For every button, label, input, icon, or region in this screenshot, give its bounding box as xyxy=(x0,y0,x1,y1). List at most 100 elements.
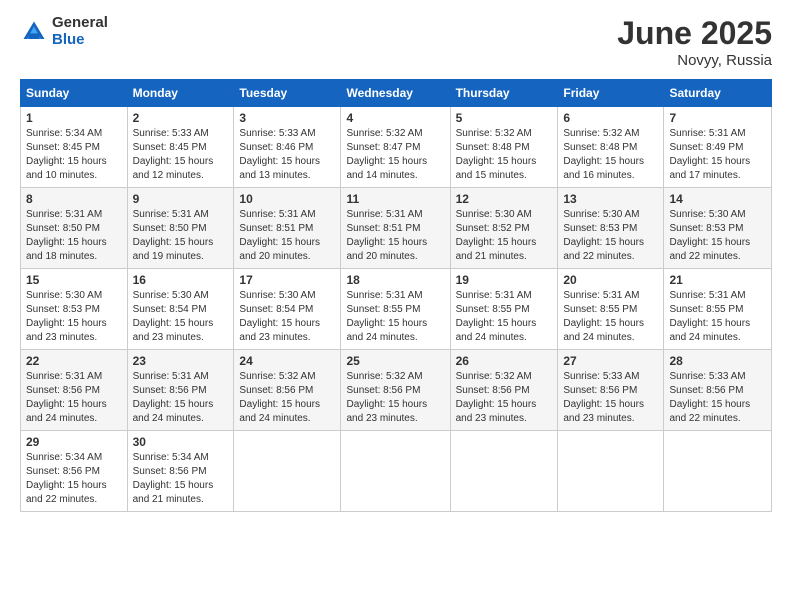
calendar-header-sunday: Sunday xyxy=(21,80,128,107)
day-info: Sunrise: 5:31 AM Sunset: 8:55 PM Dayligh… xyxy=(563,289,658,345)
calendar-cell: 29 Sunrise: 5:34 AM Sunset: 8:56 PM Dayli… xyxy=(21,431,128,512)
calendar-cell: 23Sunrise: 5:31 AM Sunset: 8:56 PM Dayli… xyxy=(127,350,234,431)
page: General Blue June 2025 Novyy, Russia Sun… xyxy=(0,0,792,612)
day-info: Sunrise: 5:31 AM Sunset: 8:55 PM Dayligh… xyxy=(669,289,766,345)
logo-text: General Blue xyxy=(52,15,108,48)
day-info: Sunrise: 5:33 AM Sunset: 8:56 PM Dayligh… xyxy=(669,370,766,426)
calendar-cell: 24Sunrise: 5:32 AM Sunset: 8:56 PM Dayli… xyxy=(234,350,341,431)
day-number: 29 xyxy=(26,435,122,449)
calendar-header-friday: Friday xyxy=(558,80,664,107)
day-info: Sunrise: 5:32 AM Sunset: 8:48 PM Dayligh… xyxy=(456,127,553,183)
day-number: 11 xyxy=(346,192,444,206)
calendar-week-row: 29 Sunrise: 5:34 AM Sunset: 8:56 PM Dayli… xyxy=(21,431,772,512)
calendar-cell: 1 Sunrise: 5:34 AM Sunset: 8:45 PM Daylig… xyxy=(21,107,128,188)
calendar-header-monday: Monday xyxy=(127,80,234,107)
day-number: 23 xyxy=(133,354,229,368)
calendar-cell: 11 Sunrise: 5:31 AM Sunset: 8:51 PM Dayli… xyxy=(341,188,450,269)
day-info: Sunrise: 5:31 AM Sunset: 8:55 PM Dayligh… xyxy=(346,289,444,345)
calendar-cell: 8 Sunrise: 5:31 AM Sunset: 8:50 PM Daylig… xyxy=(21,188,128,269)
calendar-cell: 13 Sunrise: 5:30 AM Sunset: 8:53 PM Dayli… xyxy=(558,188,664,269)
day-number: 6 xyxy=(563,111,658,125)
day-info: Sunrise: 5:30 AM Sunset: 8:54 PM Dayligh… xyxy=(133,289,229,345)
calendar-cell: 18 Sunrise: 5:31 AM Sunset: 8:55 PM Dayli… xyxy=(341,269,450,350)
calendar-cell: 5 Sunrise: 5:32 AM Sunset: 8:48 PM Daylig… xyxy=(450,107,558,188)
calendar-cell xyxy=(664,431,772,512)
day-info: Sunrise: 5:30 AM Sunset: 8:53 PM Dayligh… xyxy=(563,208,658,264)
calendar-cell: 28 Sunrise: 5:33 AM Sunset: 8:56 PM Dayli… xyxy=(664,350,772,431)
day-number: 28 xyxy=(669,354,766,368)
calendar-cell: 12 Sunrise: 5:30 AM Sunset: 8:52 PM Dayli… xyxy=(450,188,558,269)
calendar-cell: 25 Sunrise: 5:32 AM Sunset: 8:56 PM Dayli… xyxy=(341,350,450,431)
calendar-cell: 30 Sunrise: 5:34 AM Sunset: 8:56 PM Dayli… xyxy=(127,431,234,512)
calendar-cell: 26Sunrise: 5:32 AM Sunset: 8:56 PM Dayli… xyxy=(450,350,558,431)
day-number: 30 xyxy=(133,435,229,449)
day-info: Sunrise: 5:33 AM Sunset: 8:46 PM Dayligh… xyxy=(239,127,335,183)
calendar-cell: 6 Sunrise: 5:32 AM Sunset: 8:48 PM Daylig… xyxy=(558,107,664,188)
calendar-cell: 15 Sunrise: 5:30 AM Sunset: 8:53 PM Dayli… xyxy=(21,269,128,350)
day-info: Sunrise: 5:31 AM Sunset: 8:51 PM Dayligh… xyxy=(239,208,335,264)
calendar-cell: 19 Sunrise: 5:31 AM Sunset: 8:55 PM Dayli… xyxy=(450,269,558,350)
day-number: 15 xyxy=(26,273,122,287)
day-info: Sunrise: 5:31 AM Sunset: 8:55 PM Dayligh… xyxy=(456,289,553,345)
calendar-cell: 22 Sunrise: 5:31 AM Sunset: 8:56 PM Dayli… xyxy=(21,350,128,431)
day-number: 3 xyxy=(239,111,335,125)
title-block: June 2025 Novyy, Russia xyxy=(617,15,772,69)
day-info: Sunrise: 5:32 AM Sunset: 8:47 PM Dayligh… xyxy=(346,127,444,183)
day-info: Sunrise: 5:31 AM Sunset: 8:56 PM Dayligh… xyxy=(26,370,122,426)
logo: General Blue xyxy=(20,15,108,48)
day-number: 26 xyxy=(456,354,553,368)
day-number: 25 xyxy=(346,354,444,368)
calendar-week-row: 22 Sunrise: 5:31 AM Sunset: 8:56 PM Dayli… xyxy=(21,350,772,431)
day-number: 12 xyxy=(456,192,553,206)
calendar-week-row: 15 Sunrise: 5:30 AM Sunset: 8:53 PM Dayli… xyxy=(21,269,772,350)
day-number: 8 xyxy=(26,192,122,206)
calendar-cell xyxy=(450,431,558,512)
calendar-cell: 21 Sunrise: 5:31 AM Sunset: 8:55 PM Dayli… xyxy=(664,269,772,350)
day-info: Sunrise: 5:32 AM Sunset: 8:48 PM Dayligh… xyxy=(563,127,658,183)
logo-general-text: General xyxy=(52,15,108,32)
calendar-header-saturday: Saturday xyxy=(664,80,772,107)
day-number: 10 xyxy=(239,192,335,206)
day-number: 18 xyxy=(346,273,444,287)
day-number: 5 xyxy=(456,111,553,125)
day-info: Sunrise: 5:30 AM Sunset: 8:53 PM Dayligh… xyxy=(26,289,122,345)
calendar-cell: 27 Sunrise: 5:33 AM Sunset: 8:56 PM Dayli… xyxy=(558,350,664,431)
day-info: Sunrise: 5:34 AM Sunset: 8:45 PM Dayligh… xyxy=(26,127,122,183)
calendar-cell: 9 Sunrise: 5:31 AM Sunset: 8:50 PM Daylig… xyxy=(127,188,234,269)
calendar-cell: 2 Sunrise: 5:33 AM Sunset: 8:45 PM Daylig… xyxy=(127,107,234,188)
day-number: 1 xyxy=(26,111,122,125)
day-number: 21 xyxy=(669,273,766,287)
calendar-week-row: 8 Sunrise: 5:31 AM Sunset: 8:50 PM Daylig… xyxy=(21,188,772,269)
day-number: 16 xyxy=(133,273,229,287)
day-info: Sunrise: 5:34 AM Sunset: 8:56 PM Dayligh… xyxy=(26,451,122,507)
day-info: Sunrise: 5:34 AM Sunset: 8:56 PM Dayligh… xyxy=(133,451,229,507)
day-number: 27 xyxy=(563,354,658,368)
day-number: 22 xyxy=(26,354,122,368)
day-number: 19 xyxy=(456,273,553,287)
day-info: Sunrise: 5:31 AM Sunset: 8:51 PM Dayligh… xyxy=(346,208,444,264)
day-number: 2 xyxy=(133,111,229,125)
day-info: Sunrise: 5:31 AM Sunset: 8:50 PM Dayligh… xyxy=(133,208,229,264)
day-info: Sunrise: 5:30 AM Sunset: 8:52 PM Dayligh… xyxy=(456,208,553,264)
day-info: Sunrise: 5:32 AM Sunset: 8:56 PM Dayligh… xyxy=(346,370,444,426)
calendar-cell: 17Sunrise: 5:30 AM Sunset: 8:54 PM Dayli… xyxy=(234,269,341,350)
day-number: 4 xyxy=(346,111,444,125)
calendar-header-wednesday: Wednesday xyxy=(341,80,450,107)
calendar-cell: 14 Sunrise: 5:30 AM Sunset: 8:53 PM Dayli… xyxy=(664,188,772,269)
calendar-cell: 10 Sunrise: 5:31 AM Sunset: 8:51 PM Dayli… xyxy=(234,188,341,269)
calendar-cell xyxy=(234,431,341,512)
day-info: Sunrise: 5:33 AM Sunset: 8:45 PM Dayligh… xyxy=(133,127,229,183)
day-info: Sunrise: 5:33 AM Sunset: 8:56 PM Dayligh… xyxy=(563,370,658,426)
calendar-header-thursday: Thursday xyxy=(450,80,558,107)
day-info: Sunrise: 5:30 AM Sunset: 8:53 PM Dayligh… xyxy=(669,208,766,264)
day-number: 17 xyxy=(239,273,335,287)
day-number: 9 xyxy=(133,192,229,206)
day-info: Sunrise: 5:31 AM Sunset: 8:49 PM Dayligh… xyxy=(669,127,766,183)
day-number: 13 xyxy=(563,192,658,206)
day-number: 14 xyxy=(669,192,766,206)
calendar-cell: 7Sunrise: 5:31 AM Sunset: 8:49 PM Daylig… xyxy=(664,107,772,188)
header: General Blue June 2025 Novyy, Russia xyxy=(20,15,772,69)
day-info: Sunrise: 5:31 AM Sunset: 8:50 PM Dayligh… xyxy=(26,208,122,264)
calendar-header-tuesday: Tuesday xyxy=(234,80,341,107)
calendar-cell: 4 Sunrise: 5:32 AM Sunset: 8:47 PM Daylig… xyxy=(341,107,450,188)
